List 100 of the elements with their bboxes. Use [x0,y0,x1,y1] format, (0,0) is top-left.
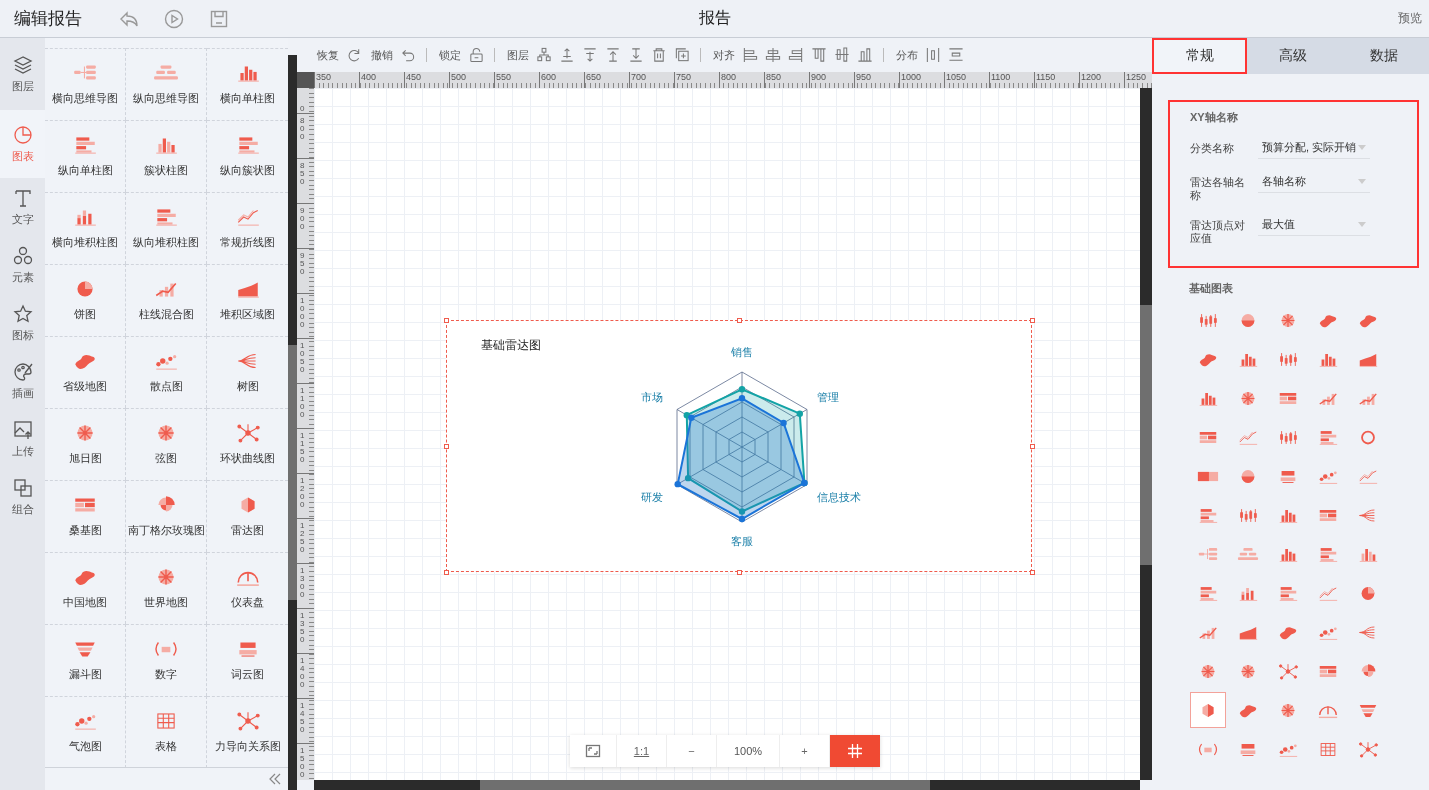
field-label: 雷达各轴名称 [1190,175,1246,202]
chart-library-item[interactable]: 漏斗图 [45,624,126,696]
play-icon[interactable] [164,8,184,29]
resize-handle[interactable] [737,318,742,323]
save-icon[interactable] [209,8,229,29]
chart-library-item[interactable]: 纵向单柱图 [45,120,126,192]
scrollbar-thumb[interactable] [480,780,930,790]
ruler-corner [297,72,314,88]
chart-type-button[interactable] [1190,692,1226,728]
align-middle-icon[interactable] [834,47,850,63]
resize-handle[interactable] [444,318,449,323]
toolbar-label: 撤销 [371,47,393,63]
chart-library-item[interactable]: 气泡图 [45,696,126,767]
align-right-icon[interactable] [788,47,804,63]
hierarchy-icon[interactable] [536,47,552,63]
zoom-out-button[interactable]: − [667,735,717,767]
actual-size-button[interactable]: 1:1 [617,735,667,767]
network-chart-icon [1277,662,1299,680]
chart-library-item[interactable]: 世界地图 [126,552,207,624]
resize-handle[interactable] [1030,444,1035,449]
chart-library-item[interactable]: 中国地图 [45,552,126,624]
ruler-label: 500 [451,72,467,82]
resize-handle[interactable] [1030,318,1035,323]
ruler-label: 1100 [300,387,305,419]
chart-library-item[interactable]: 省级地图 [45,336,126,408]
ruler-label: 950 [856,72,872,82]
move-down-icon[interactable] [582,47,598,63]
candlestick-chart-icon [1237,506,1259,524]
hcluster-chart-icon [1197,584,1219,602]
ruler-label: 850 [766,72,782,82]
scrollbar-thumb[interactable] [288,345,297,600]
sidebar-tab[interactable]: 插画 [0,352,45,410]
ruler-label: 1300 [300,567,305,599]
axis-label: 管理 [817,391,839,403]
sidebar-tab[interactable]: 元素 [0,236,45,294]
toolbar-label: 锁定 [439,47,461,63]
delete-icon[interactable] [651,47,667,63]
panel-tab[interactable]: 数据 [1338,38,1429,74]
dropdown-field[interactable]: 最大值 [1258,216,1370,236]
group-icon [12,477,33,498]
layers-icon [12,54,33,75]
align-center-icon[interactable] [765,47,781,63]
chart-library-item[interactable]: 桑基图 [45,480,126,552]
copy-icon[interactable] [674,47,690,63]
app-title: 编辑报告 [14,8,82,30]
back-arrow-icon[interactable] [119,8,139,29]
parallel-chart-icon [1197,311,1219,329]
ruler-label: 650 [586,72,602,82]
chart-library-item[interactable]: 散点图 [126,336,207,408]
chart-library-item[interactable]: 旭日图 [45,408,126,480]
chart-library-item[interactable]: 南丁格尔玫瑰图 [126,480,207,552]
upload-icon [12,419,33,440]
chart-library-item[interactable]: 弦图 [126,408,207,480]
resize-handle[interactable] [444,570,449,575]
ruler-label: 900 [811,72,827,82]
grid-icon [847,743,863,759]
align-bottom-icon[interactable] [857,47,873,63]
scrollbar-thumb[interactable] [1140,305,1152,565]
preview-link[interactable]: 预览 [1398,10,1422,27]
align-top-icon[interactable] [811,47,827,63]
caret-icon [1358,179,1366,184]
dropdown-field[interactable]: 预算分配, 实际开销 [1258,139,1370,159]
chart-library-item[interactable]: 表格 [126,696,207,767]
ruler-label: 1350 [300,612,305,644]
move-bottom-icon[interactable] [628,47,644,63]
resize-handle[interactable] [1030,570,1035,575]
sidebar-tab[interactable]: 文字 [0,178,45,236]
ruler-label: 950 [300,252,305,276]
resize-handle[interactable] [444,444,449,449]
chart-library-item[interactable]: 柱线混合图 [126,264,207,336]
field-label: 雷达顶点对应值 [1190,218,1246,245]
chart-widget[interactable]: 销售 市场 管理 研发 信息技术 客服 基础雷达图 [446,320,1032,572]
redo-icon[interactable] [346,47,362,63]
chart-library-item[interactable]: 饼图 [45,264,126,336]
move-up-icon[interactable] [559,47,575,63]
panel-tab[interactable]: 常规 [1152,38,1247,74]
sidebar-tab[interactable]: 组合 [0,468,45,526]
distribute-v-icon[interactable] [948,47,964,63]
move-top-icon[interactable] [605,47,621,63]
grid-toggle-button[interactable] [830,735,880,767]
panel-tab[interactable]: 高级 [1247,38,1338,74]
chart-library-item[interactable]: 横向堆积柱图 [45,192,126,264]
sidebar-tab[interactable]: 图层 [0,38,45,110]
sidebar-tab[interactable]: 图标 [0,294,45,352]
chart-library-item[interactable]: 横向思维导图 [45,48,126,120]
collapse-icon[interactable] [268,772,282,786]
sidebar-tab[interactable]: 上传 [0,410,45,468]
dropdown-field[interactable]: 各轴名称 [1258,173,1370,193]
ruler-label: 0 [300,105,305,113]
chart-library-item[interactable]: 数字 [126,624,207,696]
chart-library-item[interactable]: 纵向堆积柱图 [126,192,207,264]
align-left-icon[interactable] [742,47,758,63]
unlock-icon[interactable] [468,47,484,63]
distribute-h-icon[interactable] [925,47,941,63]
resize-handle[interactable] [737,570,742,575]
undo-icon[interactable] [400,47,416,63]
fit-screen-icon [585,743,601,759]
chart-library-item[interactable]: 簇状柱图 [126,120,207,192]
chart-library-item[interactable]: 纵向思维导图 [126,48,207,120]
mindmap-h-icon [1197,545,1219,563]
